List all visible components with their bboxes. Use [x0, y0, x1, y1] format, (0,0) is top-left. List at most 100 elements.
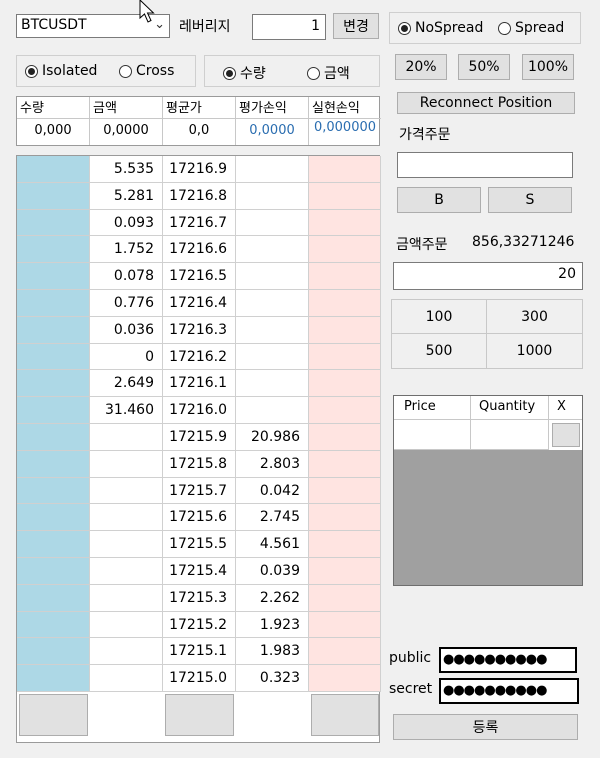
sell-button[interactable]: S [488, 187, 572, 213]
bid-bar-cell[interactable] [309, 665, 381, 692]
percent-20-button[interactable]: 20% [395, 54, 447, 80]
ask-bar-cell[interactable] [17, 263, 90, 290]
ask-quantity-cell[interactable] [90, 638, 163, 665]
orders-row-cancel-button[interactable] [552, 423, 580, 447]
quick-amount-100[interactable]: 100 [392, 300, 487, 334]
bid-bar-cell[interactable] [309, 397, 381, 424]
bid-quantity-cell[interactable]: 1.983 [236, 638, 309, 665]
bid-quantity-cell[interactable]: 2.745 [236, 504, 309, 531]
price-cell[interactable]: 17216.3 [163, 317, 236, 344]
nospread-radio[interactable]: NoSpread [398, 20, 483, 36]
ask-bar-cell[interactable] [17, 370, 90, 397]
bid-quantity-cell[interactable]: 1.923 [236, 612, 309, 638]
bid-quantity-cell[interactable]: 4.561 [236, 531, 309, 558]
ask-quantity-cell[interactable] [90, 531, 163, 558]
bid-quantity-cell[interactable] [236, 210, 309, 236]
ask-quantity-cell[interactable] [90, 585, 163, 612]
price-cell[interactable]: 17216.9 [163, 156, 236, 183]
bid-bar-cell[interactable] [309, 585, 381, 612]
isolated-radio[interactable]: Isolated [25, 63, 97, 79]
bid-bar-cell[interactable] [309, 558, 381, 585]
ask-quantity-cell[interactable] [90, 478, 163, 504]
price-cell[interactable]: 17215.4 [163, 558, 236, 585]
ask-quantity-cell[interactable]: 0.078 [90, 263, 163, 290]
cross-radio[interactable]: Cross [119, 63, 174, 79]
ask-bar-cell[interactable] [17, 451, 90, 478]
ask-quantity-cell[interactable] [90, 665, 163, 692]
ask-bar-cell[interactable] [17, 558, 90, 585]
quick-amount-300[interactable]: 300 [487, 300, 582, 334]
price-column-button[interactable] [165, 694, 234, 736]
bid-quantity-cell[interactable] [236, 317, 309, 344]
ask-quantity-cell[interactable]: 5.535 [90, 156, 163, 183]
bid-quantity-cell[interactable] [236, 397, 309, 424]
bid-quantity-cell[interactable]: 20.986 [236, 424, 309, 451]
ask-quantity-cell[interactable]: 0.776 [90, 290, 163, 317]
bid-bar-cell[interactable] [309, 504, 381, 531]
price-cell[interactable]: 17216.7 [163, 210, 236, 236]
ask-bar-cell[interactable] [17, 665, 90, 692]
ask-bar-cell[interactable] [17, 531, 90, 558]
bid-bar-cell[interactable] [309, 612, 381, 638]
price-cell[interactable]: 17216.2 [163, 344, 236, 370]
bid-quantity-cell[interactable]: 0.323 [236, 665, 309, 692]
bid-bar-cell[interactable] [309, 370, 381, 397]
ask-quantity-cell[interactable]: 31.460 [90, 397, 163, 424]
orders-row-quantity-cell[interactable] [471, 420, 549, 450]
ask-bar-cell[interactable] [17, 397, 90, 424]
ask-bar-cell[interactable] [17, 156, 90, 183]
price-cell[interactable]: 17216.1 [163, 370, 236, 397]
price-cell[interactable]: 17215.5 [163, 531, 236, 558]
ask-quantity-cell[interactable] [90, 424, 163, 451]
percent-100-button[interactable]: 100% [522, 54, 574, 80]
ask-quantity-cell[interactable]: 0.036 [90, 317, 163, 344]
bid-bar-cell[interactable] [309, 451, 381, 478]
bid-column-button[interactable] [311, 694, 379, 736]
price-cell[interactable]: 17215.9 [163, 424, 236, 451]
ask-bar-cell[interactable] [17, 236, 90, 263]
ask-bar-cell[interactable] [17, 612, 90, 638]
percent-50-button[interactable]: 50% [458, 54, 510, 80]
price-cell[interactable]: 17216.0 [163, 397, 236, 424]
ask-quantity-cell[interactable]: 0.093 [90, 210, 163, 236]
price-cell[interactable]: 17215.3 [163, 585, 236, 612]
ask-quantity-cell[interactable]: 0 [90, 344, 163, 370]
reconnect-position-button[interactable]: Reconnect Position [397, 92, 575, 114]
price-cell[interactable]: 17215.8 [163, 451, 236, 478]
bid-bar-cell[interactable] [309, 531, 381, 558]
price-cell[interactable]: 17215.0 [163, 665, 236, 692]
ask-bar-cell[interactable] [17, 638, 90, 665]
price-cell[interactable]: 17216.6 [163, 236, 236, 263]
bid-quantity-cell[interactable]: 2.803 [236, 451, 309, 478]
ask-quantity-cell[interactable] [90, 451, 163, 478]
bid-bar-cell[interactable] [309, 638, 381, 665]
amount-input[interactable]: 20 [393, 262, 583, 290]
leverage-input[interactable]: 1 [252, 14, 326, 40]
quantity-radio[interactable]: 수량 [223, 63, 266, 83]
ask-column-button[interactable] [19, 694, 88, 736]
bid-quantity-cell[interactable] [236, 290, 309, 317]
ask-quantity-cell[interactable] [90, 504, 163, 531]
bid-quantity-cell[interactable]: 2.262 [236, 585, 309, 612]
price-cell[interactable]: 17216.8 [163, 183, 236, 210]
amount-radio[interactable]: 금액 [307, 63, 350, 83]
bid-quantity-cell[interactable] [236, 263, 309, 290]
ask-quantity-cell[interactable]: 5.281 [90, 183, 163, 210]
spread-radio[interactable]: Spread [498, 20, 564, 36]
bid-bar-cell[interactable] [309, 183, 381, 210]
bid-bar-cell[interactable] [309, 344, 381, 370]
ask-quantity-cell[interactable]: 1.752 [90, 236, 163, 263]
price-cell[interactable]: 17215.1 [163, 638, 236, 665]
bid-bar-cell[interactable] [309, 317, 381, 344]
bid-quantity-cell[interactable] [236, 156, 309, 183]
bid-quantity-cell[interactable] [236, 236, 309, 263]
register-button[interactable]: 등록 [393, 714, 578, 740]
bid-bar-cell[interactable] [309, 236, 381, 263]
ask-bar-cell[interactable] [17, 344, 90, 370]
bid-bar-cell[interactable] [309, 290, 381, 317]
limit-price-input[interactable] [397, 152, 573, 178]
ask-quantity-cell[interactable] [90, 558, 163, 585]
ask-bar-cell[interactable] [17, 478, 90, 504]
bid-quantity-cell[interactable]: 0.039 [236, 558, 309, 585]
change-leverage-button[interactable]: 변경 [333, 13, 379, 39]
